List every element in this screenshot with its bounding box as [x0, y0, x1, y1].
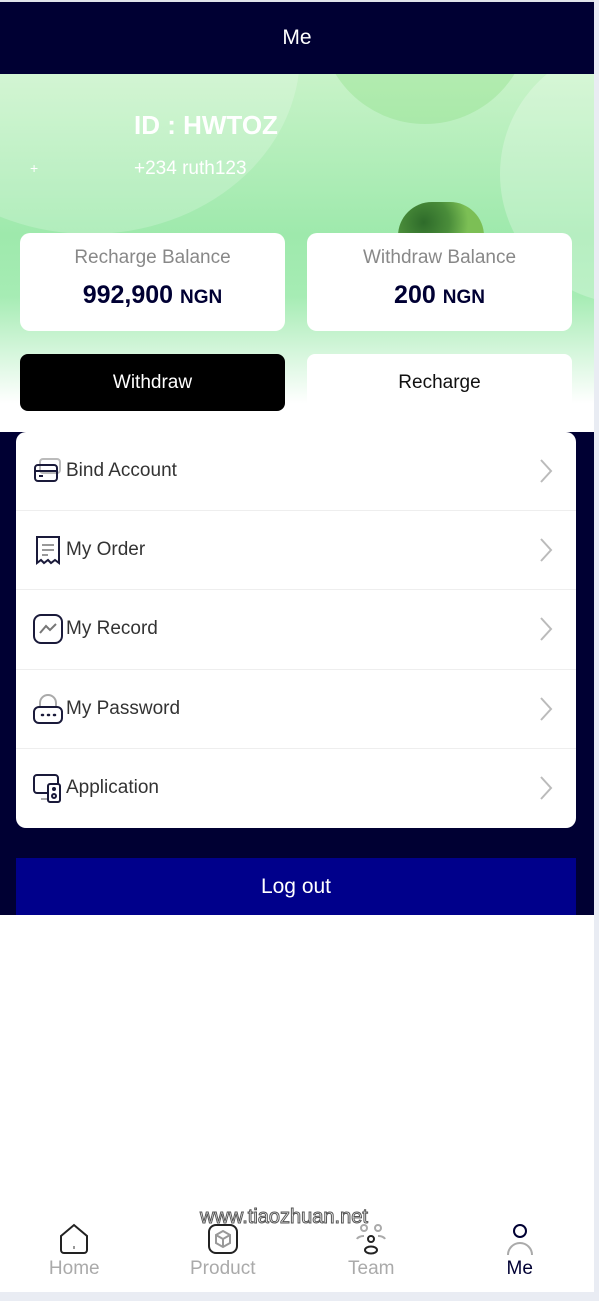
avatar: +	[30, 160, 39, 176]
decor-circle	[0, 74, 300, 234]
page: Me + ID : HWTOZ +234 ruth123 Recharge Ba…	[0, 0, 594, 1292]
nav-home[interactable]: Home	[0, 1222, 149, 1290]
menu-item-application[interactable]: Application	[16, 749, 576, 828]
menu-item-my-order[interactable]: My Order	[16, 511, 576, 591]
lock-icon	[33, 693, 63, 724]
nav-label: Team	[348, 1258, 395, 1279]
home-icon	[60, 1223, 89, 1254]
user-phone: +234 ruth123	[134, 158, 247, 179]
menu-item-my-password[interactable]: My Password	[16, 670, 576, 749]
chevron-right-icon	[540, 538, 553, 562]
balance-label: Withdraw Balance	[362, 247, 517, 268]
menu-item-label: My Order	[66, 539, 146, 561]
nav-team[interactable]: Team	[297, 1222, 446, 1290]
vegetable-basket-image	[398, 202, 484, 236]
menu-item-bind-account[interactable]: Bind Account	[16, 432, 576, 512]
recharge-balance-card: Recharge Balance 992,900 NGN	[20, 233, 285, 331]
decor-circle	[320, 74, 530, 124]
menu-list: Bind Account My Order My Record My Passw…	[16, 432, 576, 828]
menu-item-label: Bind Account	[66, 460, 177, 482]
card-icon	[34, 458, 61, 483]
receipt-icon	[36, 536, 60, 566]
balance-currency: NGN	[180, 287, 223, 308]
withdraw-balance-card: Withdraw Balance 200 NGN	[307, 233, 572, 331]
user-icon	[506, 1224, 533, 1256]
balance-value: 992,900	[82, 281, 174, 309]
nav-product[interactable]: Product	[149, 1222, 298, 1290]
menu-item-my-record[interactable]: My Record	[16, 590, 576, 670]
nav-me[interactable]: Me	[446, 1222, 595, 1290]
withdraw-button[interactable]: Withdraw	[20, 354, 285, 411]
chevron-right-icon	[540, 459, 553, 483]
page-title: Me	[282, 26, 312, 49]
bottom-nav: Home Product Team Me	[0, 1222, 594, 1290]
chevron-right-icon	[540, 617, 553, 642]
chevron-right-icon	[540, 696, 553, 721]
chevron-right-icon	[540, 776, 553, 800]
menu-section: Bind Account My Order My Record My Passw…	[0, 432, 594, 915]
chart-icon	[33, 614, 63, 645]
menu-item-label: Application	[66, 777, 159, 799]
user-id: ID : HWTOZ	[134, 110, 278, 140]
nav-label: Product	[190, 1258, 256, 1279]
logout-button[interactable]: Log out	[16, 858, 576, 915]
team-icon	[356, 1224, 387, 1255]
nav-label: Home	[48, 1258, 100, 1279]
balance-label: Recharge Balance	[74, 247, 231, 268]
box-icon	[207, 1224, 238, 1254]
balance-value: 200	[394, 281, 436, 309]
menu-item-label: My Record	[66, 618, 158, 640]
menu-item-label: My Password	[66, 697, 181, 719]
device-icon	[33, 774, 61, 804]
nav-label: Me	[506, 1258, 533, 1279]
profile-hero: + ID : HWTOZ +234 ruth123 Recharge Balan…	[0, 74, 594, 432]
header: Me	[0, 0, 594, 74]
recharge-button[interactable]: Recharge	[307, 354, 572, 411]
balance-currency: NGN	[442, 287, 485, 308]
